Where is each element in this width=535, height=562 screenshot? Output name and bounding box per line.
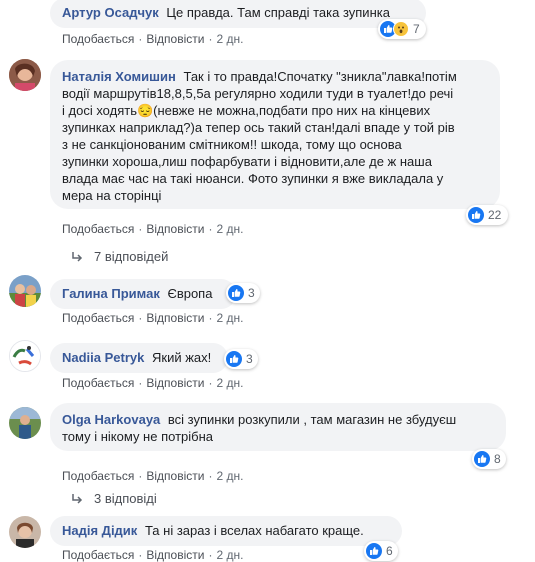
comment-text: Це правда. Там справді така зупинка [166,5,390,20]
reply-link[interactable]: Відповісти [146,548,204,562]
comment-bubble: Nadiia Petryk Який жах! [50,343,228,373]
like-icon [468,207,484,223]
comment-text: Європа [167,286,213,301]
comment-time[interactable]: 2 дн. [216,548,243,562]
comment-bubble: Артур Осадчук Це правда. Там справді так… [50,0,426,28]
comment-bubble: Наталія Хомишин Так і то правда!Спочатку… [50,60,500,209]
like-icon [226,351,242,367]
comment-author[interactable]: Olga Harkovaya [62,412,160,427]
comment-actions: Подобається · Відповісти · 2 дн. [62,32,244,46]
reactions-badge[interactable]: 8 [472,449,506,469]
reaction-count: 3 [248,286,255,300]
comment-actions: Подобається · Відповісти · 2 дн. [62,548,244,562]
comment-time[interactable]: 2 дн. [216,311,243,325]
comment-author[interactable]: Артур Осадчук [62,5,159,20]
reply-link[interactable]: Відповісти [146,32,204,46]
reaction-count: 22 [488,208,502,222]
comment-actions: Подобається · Відповісти · 2 дн. [62,222,244,236]
comment-time[interactable]: 2 дн. [216,222,243,236]
like-icon [474,451,490,467]
comment-author[interactable]: Галина Примак [62,286,160,301]
reactions-badge[interactable]: 3 [226,283,260,303]
reactions-badge[interactable]: 6 [364,541,398,561]
reaction-count: 3 [246,352,253,366]
view-replies-link[interactable]: 3 відповіді [70,491,157,506]
like-link[interactable]: Подобається [62,548,134,562]
view-replies-link[interactable]: 7 відповідей [70,249,168,264]
comment-text-line: тому і нікому не потрібна [62,429,213,444]
reaction-count: 8 [494,452,501,466]
comment-text-line: влада має час на такі нюанси. Фото зупин… [62,171,444,186]
wow-icon [393,21,409,37]
reply-link[interactable]: Відповісти [146,469,204,483]
comment-text-line: Так і то правда!Спочатку "зникла"лавка!п… [183,69,457,84]
replies-count[interactable]: 3 відповіді [94,491,157,506]
comment-text-line: водії маршрутів18,8,5,5а регулярно ходил… [62,86,454,101]
reply-arrow-icon [72,493,83,504]
comment-text: Та ні зараз і вселах набагато краще. [144,523,364,538]
like-link[interactable]: Подобається [62,311,134,325]
reaction-count: 6 [386,544,393,558]
comment-text-line: з не санкціонованим смітником!! шкода, т… [62,137,402,152]
comment-author[interactable]: Наталія Хомишин [62,69,176,84]
comment-actions: Подобається · Відповісти · 2 дн. [62,311,244,325]
like-icon [228,285,244,301]
reaction-count: 7 [413,22,420,36]
comment-time[interactable]: 2 дн. [216,32,243,46]
comment-bubble: Галина Примак Європа [50,279,236,309]
comment-text-line: зупинках наприклад?)а тепер ось такий ст… [62,120,455,135]
reply-arrow-icon [72,251,83,262]
comment-time[interactable]: 2 дн. [216,376,243,390]
comment-actions: Подобається · Відповісти · 2 дн. [62,469,244,483]
like-link[interactable]: Подобається [62,469,134,483]
avatar[interactable] [9,516,41,548]
comment-bubble: Надія Дідик Та ні зараз і вселах набагат… [50,516,402,546]
comment-text: Який жах! [152,350,212,365]
avatar[interactable] [9,59,41,91]
reply-link[interactable]: Відповісти [146,376,204,390]
comment-time[interactable]: 2 дн. [216,469,243,483]
like-link[interactable]: Подобається [62,222,134,236]
reply-link[interactable]: Відповісти [146,311,204,325]
avatar[interactable] [9,275,41,307]
reply-link[interactable]: Відповісти [146,222,204,236]
replies-count[interactable]: 7 відповідей [94,249,168,264]
comment-author[interactable]: Надія Дідик [62,523,137,538]
comment-actions: Подобається · Відповісти · 2 дн. [62,376,244,390]
comment-text-line: всі зупинки розкупили , там магазин не з… [167,412,457,427]
reactions-badge[interactable]: 3 [224,349,258,369]
comment-author[interactable]: Nadiia Petryk [62,350,144,365]
avatar[interactable] [9,340,41,372]
comment-text-line: зупинки хороша,лиш пофарбувати і віднови… [62,154,432,169]
avatar[interactable] [9,407,41,439]
comment-bubble: Olga Harkovaya всі зупинки розкупили , т… [50,403,506,451]
like-link[interactable]: Подобається [62,32,134,46]
reactions-badge[interactable]: 22 [466,205,508,225]
comment-text-line: і досі ходять😔(невже не можна,подбати пр… [62,103,431,118]
reactions-badge[interactable]: 7 [378,19,426,39]
like-link[interactable]: Подобається [62,376,134,390]
comment-text-line: мера на сторінці [62,188,162,203]
